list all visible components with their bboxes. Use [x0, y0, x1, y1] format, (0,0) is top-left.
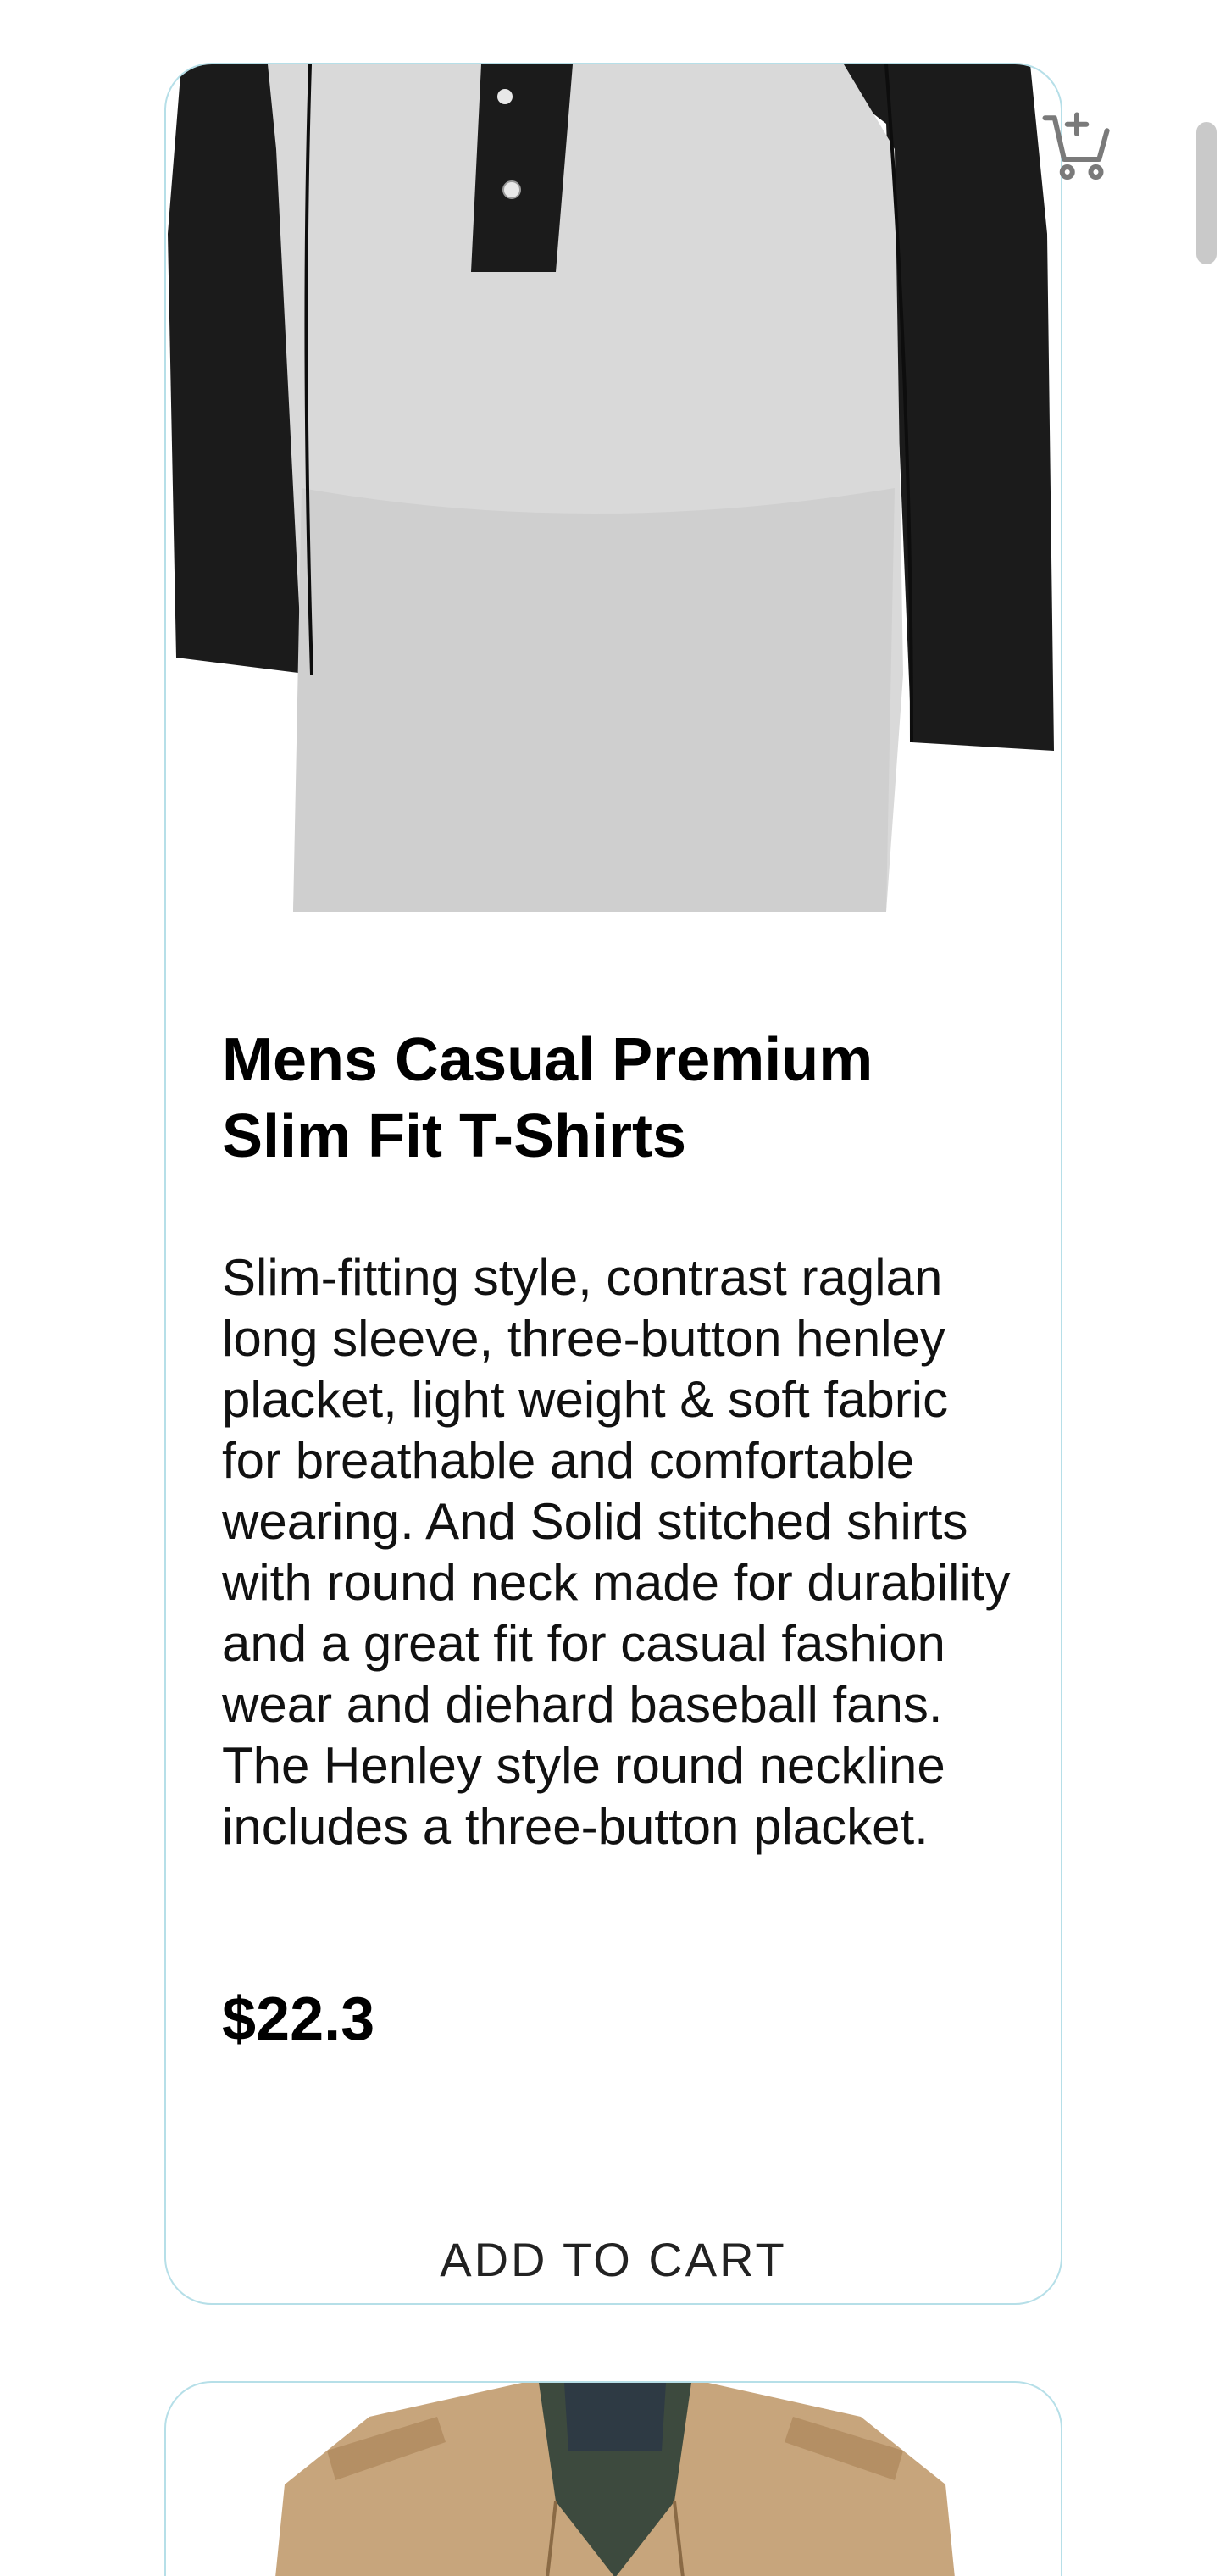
product-list-page: Mens Casual Premium Slim Fit T-Shirts Sl… [0, 0, 1220, 2576]
add-shopping-cart-icon[interactable] [1039, 108, 1115, 185]
raglan-henley-shirt-image [168, 64, 1054, 912]
product-image [166, 64, 1061, 912]
product-title: Mens Casual Premium Slim Fit T-Shirts [222, 1026, 873, 1170]
product-description: Slim-fitting style, contrast raglan long… [222, 1249, 1011, 1855]
product-price: $22.3 [222, 1985, 375, 2053]
product-card [164, 2381, 1062, 2576]
khaki-jacket-image [275, 2383, 955, 2576]
product-image [166, 2383, 1061, 2576]
product-card: Mens Casual Premium Slim Fit T-Shirts Sl… [164, 63, 1062, 2305]
add-to-cart-button[interactable]: ADD TO CART [166, 2217, 1061, 2301]
scrollbar-thumb[interactable] [1196, 122, 1217, 264]
